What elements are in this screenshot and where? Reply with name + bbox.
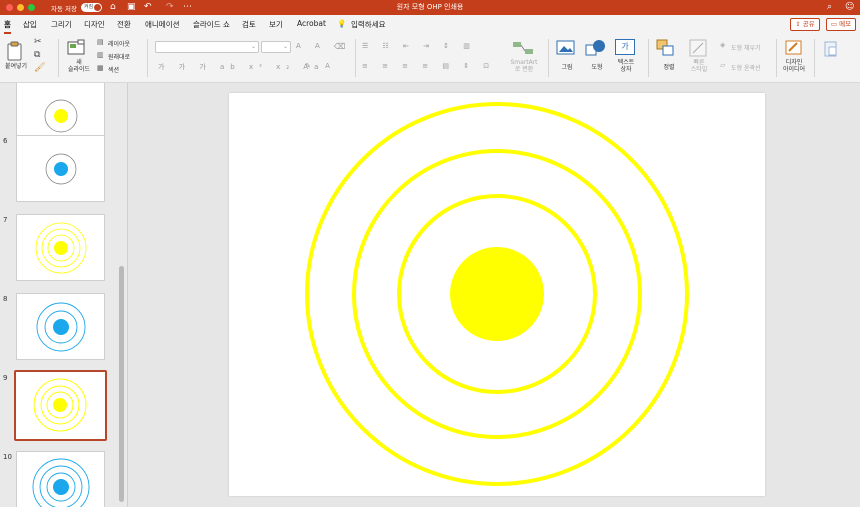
smartart-icon[interactable] bbox=[512, 40, 536, 56]
tab-slideshow[interactable]: 슬라이드 쇼 bbox=[193, 19, 230, 30]
slide-thumbnail[interactable] bbox=[16, 135, 105, 202]
more-icon[interactable]: ⋯ bbox=[183, 1, 192, 14]
thumb-atom-drawing bbox=[33, 378, 87, 432]
slide-thumbnail[interactable] bbox=[16, 293, 105, 360]
menu-bar: 홈 삽입 그리기 디자인 전환 애니메이션 슬라이드 쇼 검토 보기 Acrob… bbox=[0, 15, 860, 35]
font-format-buttons[interactable]: 가 가 가 ab x² x₂ Aa bbox=[158, 62, 324, 72]
designer-label: 디자인 아이디어 bbox=[782, 59, 806, 73]
shape-label: 도형 bbox=[591, 64, 603, 71]
close-window-button[interactable] bbox=[6, 4, 13, 11]
autosave-state: 켜짐 bbox=[84, 4, 94, 10]
redo-icon[interactable]: ↷ bbox=[166, 1, 174, 14]
ribbon: 붙여넣기 ✂ ⧉ 🖌 새 슬라이드 ▤ 레이아웃 ▥ 원래대로 ▦ 섹션 ⌄ ⌄… bbox=[0, 35, 860, 83]
slide-number: 8 bbox=[3, 295, 8, 303]
lightbulb-icon: 💡 bbox=[337, 19, 347, 28]
align-buttons[interactable]: ≡ ≡ ≡ ≡ ▤ ⇕ ⊡ bbox=[362, 62, 495, 70]
current-slide[interactable] bbox=[229, 93, 765, 496]
section-icon[interactable]: ▦ bbox=[97, 64, 104, 72]
undo-icon[interactable]: ↶ bbox=[144, 1, 152, 14]
thumbnail-scrollbar[interactable] bbox=[119, 266, 124, 502]
slide-number: 7 bbox=[3, 216, 8, 224]
slide-thumbnail[interactable] bbox=[16, 451, 105, 507]
slide-thumbnail-pane: 6 7 8 9 10 bbox=[0, 83, 128, 507]
atom-model-drawing bbox=[305, 102, 689, 486]
paste-label: 붙여넣기 bbox=[4, 63, 28, 70]
font-size-combo[interactable]: ⌄ bbox=[261, 41, 291, 53]
new-slide-icon[interactable] bbox=[67, 39, 87, 57]
arrange-label: 정렬 bbox=[663, 64, 675, 71]
quick-styles-label: 빠른 스타일 bbox=[690, 59, 708, 73]
cut-icon[interactable]: ✂ bbox=[34, 37, 42, 47]
tab-view[interactable]: 보기 bbox=[269, 19, 283, 30]
comments-button[interactable]: ▭ 메모 bbox=[826, 18, 856, 31]
shape-fill-label[interactable]: 도형 채우기 bbox=[731, 43, 761, 52]
thumb-atom-drawing bbox=[35, 222, 87, 274]
reset-label[interactable]: 원래대로 bbox=[108, 52, 130, 61]
quick-styles-icon[interactable] bbox=[689, 39, 709, 57]
zoom-window-button[interactable] bbox=[28, 4, 35, 11]
tab-insert[interactable]: 삽입 bbox=[23, 19, 37, 30]
thumb-atom-drawing bbox=[44, 99, 78, 133]
copilot-icon[interactable] bbox=[823, 41, 839, 57]
slide-editor bbox=[129, 83, 860, 507]
clear-format-icon[interactable]: ⌫ bbox=[334, 42, 345, 51]
thumb-atom-drawing bbox=[45, 153, 77, 185]
tab-review[interactable]: 검토 bbox=[242, 19, 256, 30]
home-icon[interactable]: ⌂ bbox=[110, 1, 116, 14]
tab-draw[interactable]: 그리기 bbox=[51, 19, 72, 30]
format-painter-icon[interactable]: 🖌 bbox=[34, 63, 45, 73]
shape-fill-icon[interactable]: ◈ bbox=[720, 41, 725, 49]
tab-transitions[interactable]: 전환 bbox=[117, 19, 131, 30]
title-bar: 자동 저장 켜짐 ⌂ ▣ ↶ ↷ ⋯ 원자 모형 OHP 인쇄용 ⌕ ☺ bbox=[0, 0, 860, 15]
share-button[interactable]: ⇪ 공유 bbox=[790, 18, 820, 31]
thumb-atom-drawing bbox=[32, 458, 90, 507]
shape-outline-icon[interactable]: ▱ bbox=[720, 61, 725, 69]
tab-design[interactable]: 디자인 bbox=[84, 19, 105, 30]
autosave-toggle[interactable]: 켜짐 bbox=[81, 3, 102, 12]
slide-number: 9 bbox=[3, 374, 8, 382]
thumb-atom-drawing bbox=[36, 302, 86, 352]
shapes-icon[interactable] bbox=[585, 39, 607, 57]
reset-icon[interactable]: ▥ bbox=[97, 51, 104, 59]
tab-animations[interactable]: 애니메이션 bbox=[145, 19, 180, 30]
copy-icon[interactable]: ⧉ bbox=[34, 50, 40, 60]
textbox-icon[interactable]: 가 bbox=[615, 39, 635, 55]
slide-thumbnail[interactable] bbox=[16, 83, 105, 141]
tab-acrobat[interactable]: Acrobat bbox=[297, 19, 326, 28]
search-icon[interactable]: ⌕ bbox=[827, 1, 832, 14]
slide-number: 10 bbox=[3, 453, 12, 461]
section-label[interactable]: 섹션 bbox=[108, 65, 119, 74]
layout-label[interactable]: 레이아웃 bbox=[108, 39, 130, 48]
picture-icon[interactable] bbox=[556, 39, 576, 56]
list-buttons[interactable]: ☰ ☷ ⇤ ⇥ ↕ ▥ bbox=[362, 42, 476, 50]
comments-label: 메모 bbox=[839, 20, 852, 28]
paste-icon[interactable] bbox=[6, 41, 24, 61]
slide-number: 6 bbox=[3, 137, 8, 145]
document-title: 원자 모형 OHP 인쇄용 bbox=[396, 3, 464, 11]
font-family-combo[interactable]: ⌄ bbox=[155, 41, 259, 53]
picture-label: 그림 bbox=[561, 64, 573, 71]
shape-outline-label[interactable]: 도형 윤곽선 bbox=[731, 63, 761, 72]
profile-icon[interactable]: ☺ bbox=[845, 1, 854, 14]
nucleus bbox=[450, 247, 544, 341]
smartart-label: SmartArt 로 변환 bbox=[510, 59, 538, 73]
arrange-icon[interactable] bbox=[656, 39, 676, 57]
layout-icon[interactable]: ▤ bbox=[97, 38, 104, 46]
slide-thumbnail[interactable] bbox=[16, 214, 105, 281]
minimize-window-button[interactable] bbox=[17, 4, 24, 11]
new-slide-label: 새 슬라이드 bbox=[67, 59, 91, 73]
font-color-buttons[interactable]: ✎ A bbox=[305, 62, 336, 70]
share-label: 공유 bbox=[802, 20, 815, 28]
textbox-label: 텍스트 상자 bbox=[617, 59, 635, 73]
tell-me-field[interactable]: 입력하세요 bbox=[351, 19, 386, 30]
autosave-label: 자동 저장 bbox=[51, 5, 77, 13]
tab-home[interactable]: 홈 bbox=[4, 19, 11, 34]
slide-thumbnail-selected[interactable] bbox=[14, 370, 107, 441]
designer-icon[interactable] bbox=[785, 39, 803, 57]
font-size-buttons[interactable]: A A bbox=[296, 42, 326, 50]
save-icon[interactable]: ▣ bbox=[127, 1, 136, 14]
